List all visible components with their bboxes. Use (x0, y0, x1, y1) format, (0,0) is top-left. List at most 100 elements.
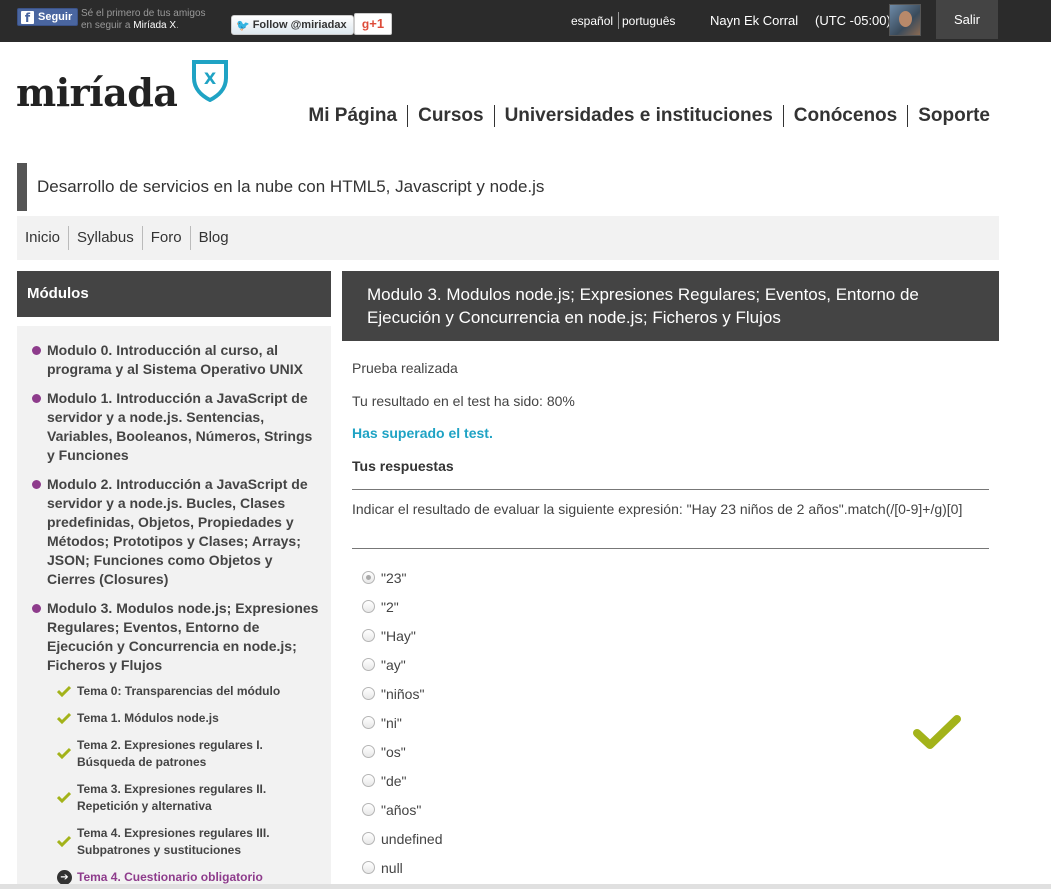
quiz-passed-message: Has superado el test. (352, 425, 493, 441)
answer-option-label: "2" (381, 598, 399, 615)
subnav-inicio[interactable]: Inicio (17, 226, 68, 250)
sidebar-tema-label: Tema 1. Módulos node.js (77, 711, 219, 725)
answer-option-label: "de" (381, 772, 407, 789)
lang-portuguese-link[interactable]: português (622, 14, 675, 28)
logo-shield-icon[interactable]: X (190, 58, 230, 102)
subnav-syllabus[interactable]: Syllabus (68, 226, 142, 250)
gplus-button[interactable]: g+1 (354, 13, 392, 35)
answer-option[interactable]: "Hay" (362, 621, 443, 650)
answer-option-label: undefined (381, 830, 443, 847)
sidebar-tema-0[interactable]: Tema 0: Transparencias del módulo (32, 683, 321, 700)
answer-option[interactable]: "2" (362, 592, 443, 621)
sidebar-module-1[interactable]: Modulo 1. Introducción a JavaScript de s… (32, 389, 321, 465)
logo-badge-letter: X (204, 69, 217, 88)
course-title: Desarrollo de servicios en la nube con H… (17, 163, 999, 211)
twitter-follow-button[interactable]: 🐦 Follow @miriadax (231, 15, 354, 35)
sidebar-module-0[interactable]: Modulo 0. Introducción al curso, al prog… (32, 341, 321, 379)
radio-button[interactable] (362, 861, 375, 874)
facebook-text-line1: Sé el primero de tus amigos (81, 8, 206, 19)
divider (352, 548, 989, 549)
answer-option-label: null (381, 859, 403, 876)
answer-option[interactable]: "de" (362, 766, 443, 795)
lang-spanish-link[interactable]: español (571, 14, 613, 28)
answers-heading: Tus respuestas (352, 458, 454, 474)
quiz-status: Prueba realizada (352, 360, 458, 376)
lang-divider (618, 12, 619, 29)
main-nav: Mi Página Cursos Universidades e institu… (298, 105, 990, 127)
radio-button[interactable] (362, 774, 375, 787)
answer-option-label: "niños" (381, 685, 425, 702)
facebook-text-prefix: en seguir a (81, 20, 131, 31)
answer-option[interactable]: undefined (362, 824, 443, 853)
facebook-social-text: Sé el primero de tus amigos en seguir a … (81, 8, 206, 32)
sidebar-tema-label: Tema 2. Expresiones regulares I. Búsqued… (77, 738, 263, 769)
course-subnav: Inicio Syllabus Foro Blog (17, 216, 999, 260)
answer-option[interactable]: "ay" (362, 650, 443, 679)
answer-option[interactable]: "años" (362, 795, 443, 824)
nav-conocenos[interactable]: Conócenos (782, 105, 907, 127)
radio-button[interactable] (362, 832, 375, 845)
logout-button[interactable]: Salir (936, 0, 998, 39)
answer-option[interactable]: "os" (362, 737, 443, 766)
radio-button[interactable] (362, 745, 375, 758)
arrow-right-icon: ➔ (57, 870, 72, 885)
twitter-follow-label: Follow @miriadax (252, 19, 347, 31)
checkmark-icon (57, 747, 71, 760)
sidebar-tema-label: Tema 4. Cuestionario obligatorio (77, 870, 263, 884)
page-bottom-edge (0, 884, 1051, 889)
nav-universidades[interactable]: Universidades e instituciones (493, 105, 783, 127)
answer-option-label: "Hay" (381, 627, 416, 644)
answer-option[interactable]: "niños" (362, 679, 443, 708)
radio-button[interactable] (362, 687, 375, 700)
sidebar-tema-1[interactable]: Tema 1. Módulos node.js (32, 710, 321, 727)
answer-option-label: "23" (381, 569, 407, 586)
facebook-follow-label: Seguir (38, 11, 73, 23)
sidebar-tema-label: Tema 3. Expresiones regulares II. Repeti… (77, 782, 267, 813)
radio-button[interactable] (362, 571, 375, 584)
twitter-bird-icon: 🐦 (236, 19, 250, 32)
sidebar-module-2[interactable]: Modulo 2. Introducción a JavaScript de s… (32, 475, 321, 589)
sidebar-tema-4[interactable]: Tema 4. Expresiones regulares III. Subpa… (32, 825, 321, 859)
quiz-score: Tu resultado en el test ha sido: 80% (352, 393, 575, 409)
checkmark-icon (57, 685, 71, 698)
subnav-blog[interactable]: Blog (189, 226, 237, 250)
answer-option-label: "años" (381, 801, 422, 818)
answer-option-label: "ni" (381, 714, 402, 731)
sidebar-tema-3[interactable]: Tema 3. Expresiones regulares II. Repeti… (32, 781, 321, 815)
radio-button[interactable] (362, 658, 375, 671)
correct-answer-checkmark-icon (913, 715, 961, 749)
sidebar-tema-label: Tema 0: Transparencias del módulo (77, 684, 281, 698)
facebook-icon: f (21, 10, 34, 25)
answer-option-label: "ay" (381, 656, 406, 673)
checkmark-icon (57, 791, 71, 804)
sidebar-modules: Modulo 0. Introducción al curso, al prog… (17, 326, 331, 889)
radio-button[interactable] (362, 600, 375, 613)
radio-button[interactable] (362, 803, 375, 816)
module-heading: Modulo 3. Modulos node.js; Expresiones R… (342, 271, 999, 341)
nav-soporte[interactable]: Soporte (907, 105, 990, 127)
checkmark-icon (57, 712, 71, 725)
nav-cursos[interactable]: Cursos (407, 105, 493, 127)
user-name-link[interactable]: Nayn Ek Corral (710, 13, 798, 28)
facebook-follow-button[interactable]: f Seguir (17, 8, 79, 26)
answer-option[interactable]: "ni" (362, 708, 443, 737)
radio-button[interactable] (362, 629, 375, 642)
gplus-label: +1 (369, 16, 385, 31)
radio-button[interactable] (362, 716, 375, 729)
facebook-text-suffix: . (176, 20, 179, 31)
answer-option[interactable]: null (362, 853, 443, 882)
nav-mi-pagina[interactable]: Mi Página (298, 105, 407, 127)
sidebar-tema-2[interactable]: Tema 2. Expresiones regulares I. Búsqued… (32, 737, 321, 771)
avatar[interactable] (889, 4, 921, 36)
logo-wordmark[interactable]: miríada (16, 70, 178, 115)
divider (352, 489, 989, 490)
sidebar-heading: Módulos (17, 271, 331, 317)
timezone-label: (UTC -05:00) (815, 13, 891, 28)
top-bar: f Seguir Sé el primero de tus amigos en … (0, 0, 1051, 42)
subnav-foro[interactable]: Foro (141, 226, 190, 250)
facebook-page-link[interactable]: Miríada X (133, 20, 176, 31)
answer-option-label: "os" (381, 743, 406, 760)
sidebar-tema-label: Tema 4. Expresiones regulares III. Subpa… (77, 826, 270, 857)
sidebar-module-3[interactable]: Modulo 3. Modulos node.js; Expresiones R… (32, 599, 321, 675)
answer-option[interactable]: "23" (362, 563, 443, 592)
